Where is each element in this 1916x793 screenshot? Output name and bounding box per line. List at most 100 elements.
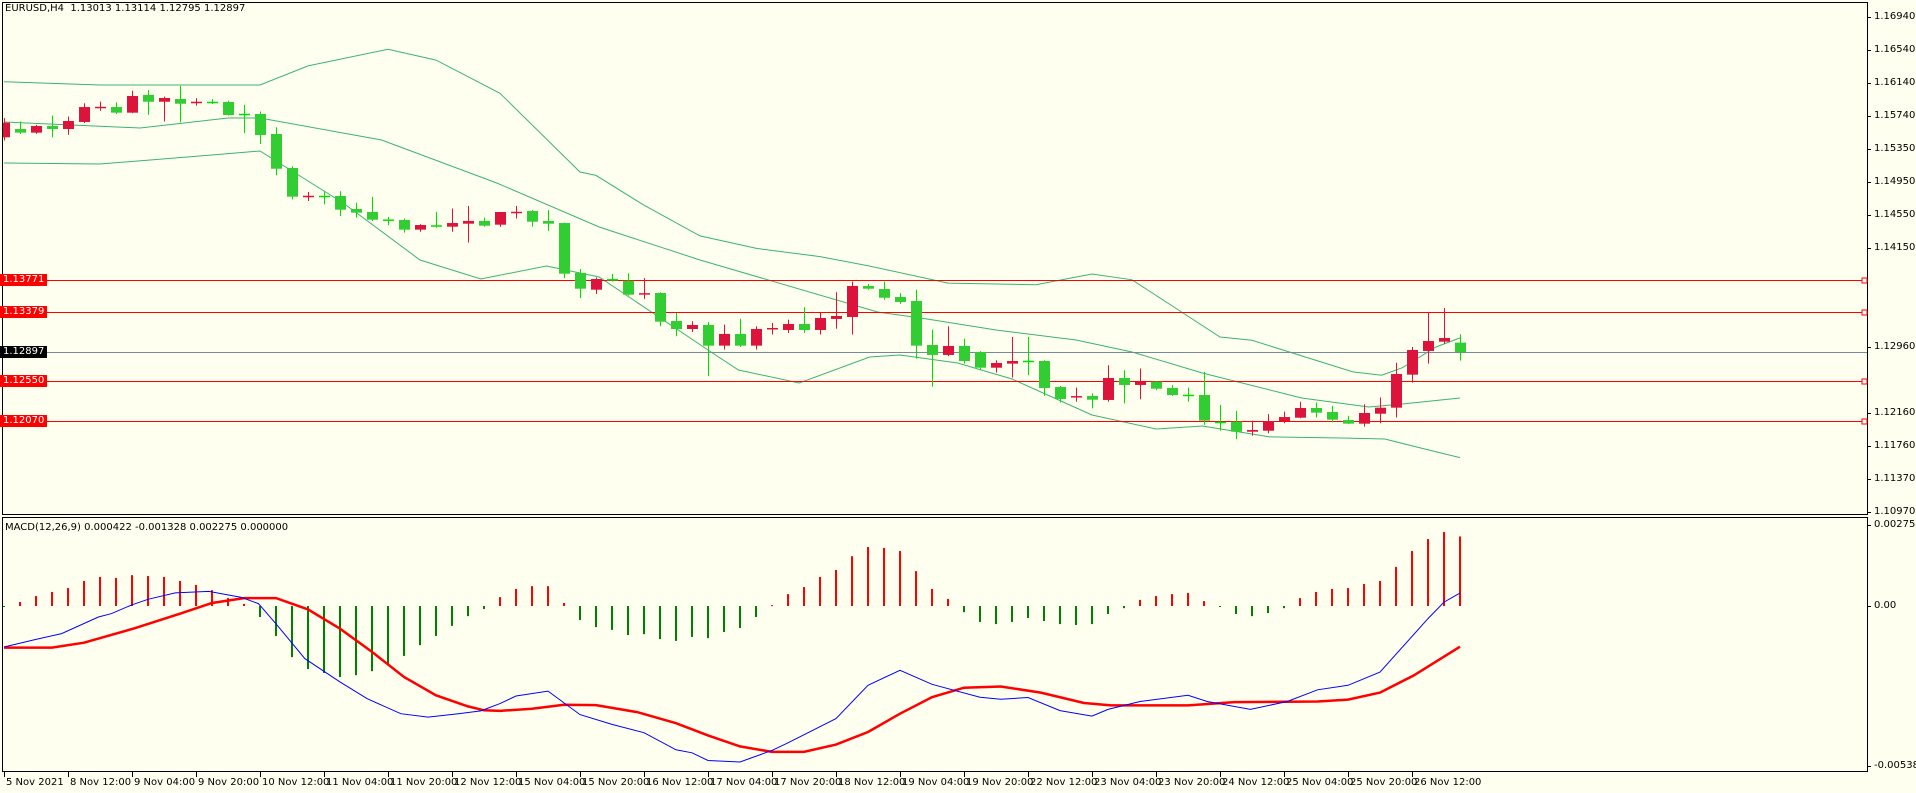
macd-histogram-bar: [435, 606, 437, 637]
level-handle-right[interactable]: [1861, 277, 1868, 284]
macd-histogram-bar: [483, 606, 485, 610]
candle-body: [527, 211, 538, 222]
macd-histogram-bar: [243, 603, 245, 607]
macd-histogram-bar: [883, 547, 885, 607]
time-axis-label: 9 Nov 04:00: [134, 777, 196, 788]
macd-histogram-bar: [83, 580, 85, 607]
candle-body: [31, 126, 42, 133]
macd-histogram-bar: [323, 606, 325, 674]
time-axis-label: 25 Nov 04:00: [1286, 777, 1354, 788]
macd-indicator: [3, 532, 1461, 763]
candle-body: [175, 98, 186, 104]
candle: [207, 99, 218, 105]
candle-body: [943, 345, 954, 355]
level-handle-right[interactable]: [1861, 309, 1868, 316]
macd-histogram-bar: [995, 606, 997, 625]
candle: [31, 124, 42, 134]
time-axis-label: 12 Nov 12:00: [454, 777, 522, 788]
candle: [63, 116, 74, 135]
macd-histogram-bar: [1267, 606, 1269, 614]
candle: [1359, 404, 1370, 427]
candle-body: [799, 324, 810, 330]
macd-histogram-bar: [979, 606, 981, 622]
macd-histogram-bar: [419, 606, 421, 646]
macd-histogram-bar: [115, 577, 117, 607]
candle: [239, 104, 250, 134]
candle-body: [1391, 374, 1402, 408]
candle: [831, 292, 842, 329]
macd-histogram-bar: [723, 606, 725, 633]
price-axis-label: 1.15740: [1874, 109, 1916, 121]
time-axis-label: 23 Nov 20:00: [1158, 777, 1226, 788]
candle: [815, 312, 826, 335]
candle-body: [623, 280, 634, 295]
price-axis-label: 1.16940: [1874, 10, 1916, 22]
bollinger-middle-line: [3, 117, 1461, 408]
macd-histogram-bar: [851, 556, 853, 607]
candle: [991, 360, 1002, 373]
macd-histogram-bar: [1443, 532, 1445, 607]
candle-body: [1343, 420, 1354, 424]
candle: [1327, 405, 1338, 423]
candle-body: [1119, 377, 1130, 385]
candle-body: [79, 107, 90, 122]
candle-body: [287, 167, 298, 197]
bollinger-bands: [3, 48, 1461, 459]
candle: [1039, 360, 1050, 396]
candle: [895, 293, 906, 304]
candle: [1407, 346, 1418, 383]
candle-body: [127, 96, 138, 113]
macd-histogram-bar: [1395, 566, 1397, 607]
candle: [671, 312, 682, 337]
candle: [735, 318, 746, 347]
candle-body: [463, 220, 474, 224]
macd-histogram-bar: [67, 587, 69, 607]
candle: [943, 326, 954, 357]
macd-histogram-bar: [659, 606, 661, 640]
macd-histogram-bar: [35, 595, 37, 607]
candle-body: [415, 225, 426, 230]
candle: [527, 210, 538, 227]
candle: [959, 338, 970, 364]
time-axis-label: 17 Nov 20:00: [774, 777, 842, 788]
macd-main-line: [3, 590, 1461, 763]
price-axis-label: 1.16140: [1874, 76, 1916, 88]
macd-histogram-bar: [147, 576, 149, 607]
candle-body: [495, 212, 506, 225]
candle: [47, 115, 58, 138]
candle: [767, 322, 778, 335]
candle: [1023, 337, 1034, 376]
time-axis-label: 16 Nov 12:00: [646, 777, 714, 788]
macd-histogram-bar: [643, 606, 645, 635]
macd-histogram-bar: [51, 591, 53, 607]
price-axis-label: 1.14150: [1874, 241, 1916, 253]
candle: [1135, 368, 1146, 400]
candle: [1295, 401, 1306, 419]
candle-body: [111, 107, 122, 113]
price-axis-label: 1.12960: [1874, 340, 1916, 352]
level-price-tag: 1.13771: [0, 274, 48, 286]
candle: [367, 196, 378, 221]
candle: [1087, 393, 1098, 409]
candle-body: [335, 196, 346, 210]
candle-body: [863, 285, 874, 289]
candle-body: [1279, 417, 1290, 422]
price-axis-label: 1.11760: [1874, 439, 1916, 451]
level-handle-right[interactable]: [1861, 378, 1868, 385]
time-axis-label: 5 Nov 2021: [6, 777, 64, 788]
candle: [1439, 308, 1450, 344]
level-handle-right[interactable]: [1861, 418, 1868, 425]
candle: [1103, 365, 1114, 402]
candle-body: [831, 315, 842, 319]
macd-histogram-bar: [819, 576, 821, 607]
main-panel-frame: [2, 2, 1868, 515]
candle: [1455, 334, 1466, 361]
candle: [159, 96, 170, 122]
macd-histogram-bar: [195, 584, 197, 607]
candle: [927, 329, 938, 387]
candle-body: [223, 101, 234, 115]
macd-histogram-bar: [595, 606, 597, 628]
macd-histogram-bar: [1235, 606, 1237, 614]
macd-histogram-bar: [1011, 606, 1013, 622]
candle-body: [895, 296, 906, 302]
